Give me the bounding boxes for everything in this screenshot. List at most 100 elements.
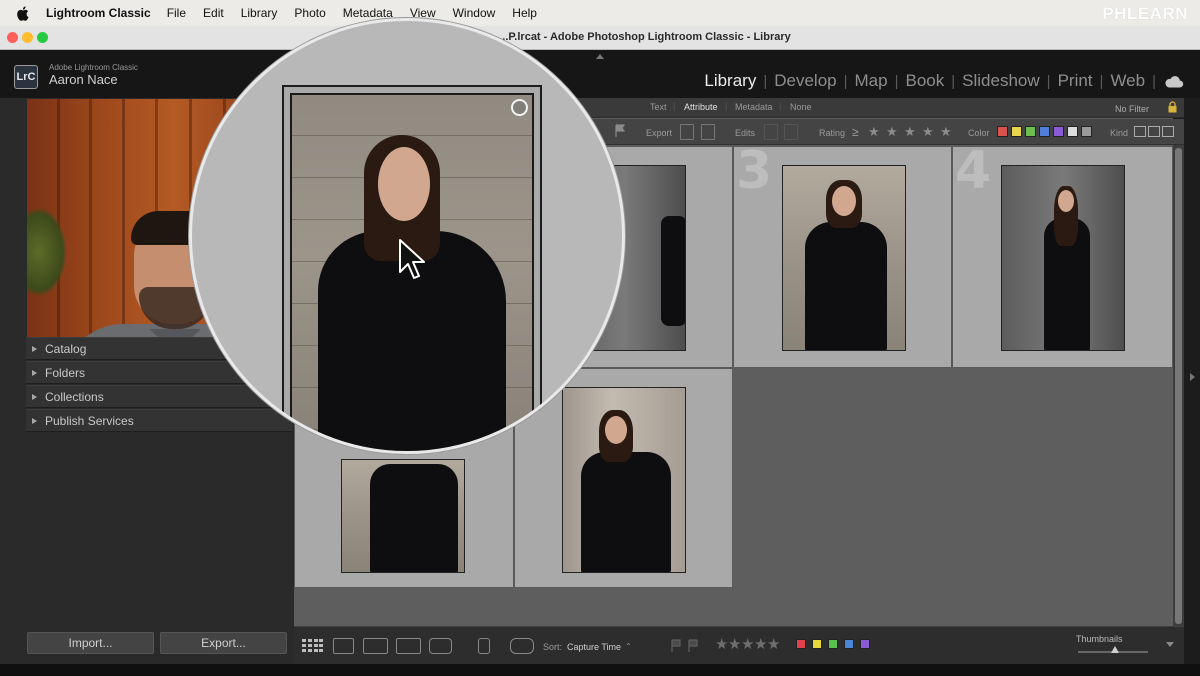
module-develop[interactable]: Develop bbox=[767, 71, 843, 91]
menu-window[interactable]: Window bbox=[453, 6, 496, 20]
kind-filter-label: Kind bbox=[1110, 128, 1129, 138]
module-library[interactable]: Library bbox=[697, 71, 763, 91]
rating-operator[interactable]: ≥ bbox=[852, 125, 859, 139]
painter-icon[interactable] bbox=[478, 638, 490, 654]
filter-tab-none[interactable]: None bbox=[790, 102, 812, 112]
color-swatch-custom[interactable] bbox=[1067, 126, 1078, 137]
module-slideshow[interactable]: Slideshow bbox=[955, 71, 1047, 91]
grid-cell[interactable]: 3 bbox=[733, 141, 952, 368]
import-button[interactable]: Import... bbox=[27, 632, 154, 654]
module-book[interactable]: Book bbox=[899, 71, 952, 91]
kind-video-icon[interactable] bbox=[1162, 126, 1174, 137]
rating-star-icon[interactable]: ★ bbox=[754, 635, 767, 653]
rating-star-icon[interactable]: ★ bbox=[728, 635, 741, 653]
window-title: ...P.lrcat - Adobe Photoshop Lightroom C… bbox=[499, 31, 791, 43]
module-map[interactable]: Map bbox=[848, 71, 895, 91]
filter-tab-attribute[interactable]: Attribute bbox=[684, 102, 718, 112]
grid-view-icon[interactable] bbox=[302, 638, 323, 654]
phlearn-watermark: PHLEARN bbox=[1102, 4, 1188, 23]
identity-app-name: Adobe Lightroom Classic bbox=[49, 63, 138, 72]
sort-direction-icon[interactable] bbox=[510, 638, 534, 654]
rating-star-icon[interactable]: ★ bbox=[904, 124, 916, 140]
filter-tab-metadata[interactable]: Metadata bbox=[735, 102, 773, 112]
toolbar-menu-chevron-icon[interactable] bbox=[1166, 642, 1174, 647]
kind-virtual-copy-icon[interactable] bbox=[1148, 126, 1160, 137]
module-separator: | bbox=[1152, 72, 1156, 90]
top-panel-toggle-icon[interactable] bbox=[596, 54, 604, 59]
label-blue[interactable] bbox=[844, 639, 854, 649]
edited-icon[interactable] bbox=[764, 124, 778, 140]
module-picker: Library | Develop | Map | Book | Slidesh… bbox=[697, 71, 1184, 91]
right-panel-edge bbox=[1184, 98, 1200, 664]
label-red[interactable] bbox=[796, 639, 806, 649]
grid-scrollbar-thumb[interactable] bbox=[1175, 148, 1182, 624]
thumbnail-size-knob[interactable] bbox=[1111, 646, 1120, 653]
rating-star-icon[interactable]: ★ bbox=[767, 635, 780, 653]
menu-help[interactable]: Help bbox=[512, 6, 537, 20]
module-web[interactable]: Web bbox=[1103, 71, 1152, 91]
flag-reject-icon[interactable] bbox=[687, 638, 699, 654]
apple-icon[interactable] bbox=[16, 5, 30, 21]
kind-master-icon[interactable] bbox=[1134, 126, 1146, 137]
loupe-view-icon[interactable] bbox=[333, 638, 354, 654]
export-button[interactable]: Export... bbox=[160, 632, 287, 654]
sort-criteria-select[interactable]: Capture Time bbox=[567, 642, 621, 652]
panel-publish-services[interactable]: Publish Services bbox=[26, 409, 292, 432]
mouse-cursor-icon bbox=[397, 238, 427, 282]
color-swatch-blue[interactable] bbox=[1039, 126, 1050, 137]
export-virtual-copy-icon[interactable] bbox=[680, 124, 694, 140]
flag-icon[interactable] bbox=[614, 124, 628, 140]
zoom-magnifier-overlay bbox=[189, 18, 625, 454]
filter-separator: | bbox=[779, 101, 782, 111]
window-titlebar: ...P.lrcat - Adobe Photoshop Lightroom C… bbox=[0, 26, 1200, 50]
color-swatch-none[interactable] bbox=[1081, 126, 1092, 137]
rating-star-icon[interactable]: ★ bbox=[886, 124, 898, 140]
identity-user-name: Aaron Nace bbox=[49, 72, 118, 87]
disclosure-triangle-icon bbox=[32, 369, 37, 376]
module-print[interactable]: Print bbox=[1051, 71, 1100, 91]
photo-thumbnail[interactable] bbox=[341, 459, 465, 573]
filter-preset[interactable]: No Filter bbox=[1115, 104, 1149, 114]
lock-icon[interactable] bbox=[1168, 101, 1177, 113]
bottom-strip bbox=[0, 664, 1200, 676]
panel-publish-services-label: Publish Services bbox=[45, 413, 134, 428]
menu-file[interactable]: File bbox=[167, 6, 186, 20]
photo-thumbnail[interactable] bbox=[562, 387, 686, 573]
rating-star-icon[interactable]: ★ bbox=[922, 124, 934, 140]
color-swatch-green[interactable] bbox=[1025, 126, 1036, 137]
flag-pick-icon[interactable] bbox=[670, 638, 682, 654]
menu-metadata[interactable]: Metadata bbox=[343, 6, 393, 20]
filter-tab-text[interactable]: Text bbox=[650, 102, 667, 112]
rating-star-icon[interactable]: ★ bbox=[868, 124, 880, 140]
compare-view-icon[interactable] bbox=[363, 638, 388, 654]
cloud-icon[interactable] bbox=[1164, 74, 1184, 88]
menu-app-name[interactable]: Lightroom Classic bbox=[46, 6, 151, 20]
right-panel-toggle-icon[interactable] bbox=[1190, 373, 1195, 381]
photo-thumbnail[interactable] bbox=[782, 165, 906, 351]
color-swatch-purple[interactable] bbox=[1053, 126, 1064, 137]
people-view-icon[interactable] bbox=[429, 638, 452, 654]
rating-star-icon[interactable]: ★ bbox=[741, 635, 754, 653]
menu-library[interactable]: Library bbox=[241, 6, 278, 20]
survey-view-icon[interactable] bbox=[396, 638, 421, 654]
photo-thumbnail[interactable] bbox=[1001, 165, 1125, 351]
label-green[interactable] bbox=[828, 639, 838, 649]
sort-dropdown-icon[interactable]: ⌃ bbox=[625, 642, 632, 651]
label-yellow[interactable] bbox=[812, 639, 822, 649]
export-filter-label: Export bbox=[646, 128, 673, 138]
export-master-icon[interactable] bbox=[701, 124, 715, 140]
label-purple[interactable] bbox=[860, 639, 870, 649]
cell-index: 4 bbox=[955, 141, 992, 201]
rating-star-icon[interactable]: ★ bbox=[715, 635, 728, 653]
unedited-icon[interactable] bbox=[784, 124, 798, 140]
quick-collection-circle-icon[interactable] bbox=[511, 99, 528, 116]
menu-edit[interactable]: Edit bbox=[203, 6, 224, 20]
color-swatch-yellow[interactable] bbox=[1011, 126, 1022, 137]
disclosure-triangle-icon bbox=[32, 417, 37, 424]
menu-photo[interactable]: Photo bbox=[294, 6, 325, 20]
rating-star-icon[interactable]: ★ bbox=[940, 124, 952, 140]
panel-folders-label: Folders bbox=[45, 365, 86, 380]
color-swatch-red[interactable] bbox=[997, 126, 1008, 137]
grid-cell[interactable]: 4 bbox=[952, 141, 1173, 368]
lrc-logo: LrC bbox=[14, 65, 38, 89]
